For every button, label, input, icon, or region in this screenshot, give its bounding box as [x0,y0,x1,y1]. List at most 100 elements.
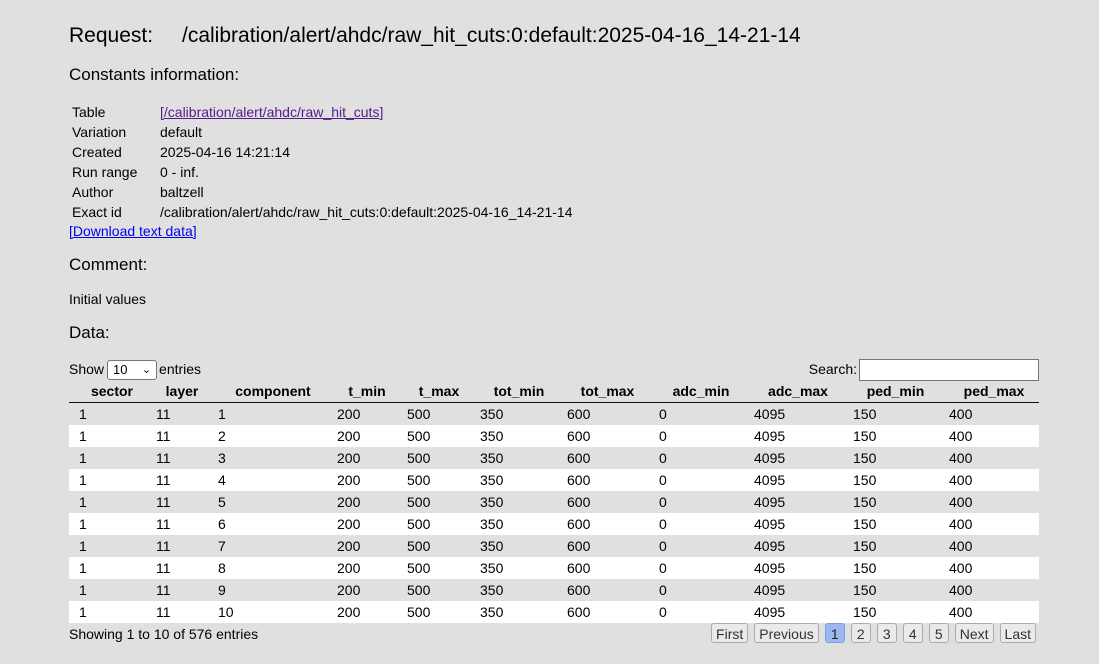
table-cell-sector: 1 [79,538,87,554]
table-cell-ped-max: 400 [949,406,973,422]
table-cell-t-max: 500 [407,516,431,532]
table-cell-tot-min: 350 [480,604,504,620]
first-page-button[interactable]: First [711,623,749,643]
table-row: 1 11 3 200 500 350 600 0 4095 150 400 [69,447,1039,469]
table-cell-ped-min: 150 [853,494,877,510]
search-input[interactable] [859,359,1039,382]
info-value: 2025-04-16 14:21:14 [160,144,290,160]
table-cell-layer: 11 [156,472,171,488]
table-cell-tot-max: 600 [567,406,591,422]
request-path: /calibration/alert/ahdc/raw_hit_cuts:0:d… [182,24,801,47]
table-cell-t-min: 200 [337,494,361,510]
column-header-sector[interactable]: sector [69,382,155,400]
page-button-2[interactable]: 2 [850,623,871,643]
entries-length-select[interactable]: 10 ⌄ [107,360,158,381]
table-cell-t-max: 500 [407,406,431,422]
page-button-5[interactable]: 5 [928,623,949,643]
table-cell-tot-min: 350 [480,560,504,576]
request-label: Request: [69,24,154,47]
table-info: Showing 1 to 10 of 576 entries [69,626,259,642]
column-header-ped-min[interactable]: ped_min [852,382,939,400]
table-cell-adc-min: 0 [659,494,667,510]
column-header-layer[interactable]: layer [155,382,209,400]
table-cell-sector: 1 [79,494,87,510]
column-header-tot-min[interactable]: tot_min [481,382,557,400]
table-cell-ped-min: 150 [853,450,877,466]
page-button-3[interactable]: 3 [876,623,897,643]
table-row: 1 11 7 200 500 350 600 0 4095 150 400 [69,535,1039,557]
table-cell-layer: 11 [156,450,171,466]
page-button-1[interactable]: 1 [824,623,845,643]
page-title: Request: /calibration/alert/ahdc/raw_hit_… [69,23,801,49]
table-cell-component: 6 [218,516,226,532]
table-cell-t-max: 500 [407,428,431,444]
table-cell-component: 1 [218,406,226,422]
data-heading: Data: [69,323,110,342]
info-value: baltzell [160,184,204,200]
table-cell-t-min: 200 [337,406,361,422]
table-cell-adc-min: 0 [659,560,667,576]
table-cell-tot-max: 600 [567,494,591,510]
table-cell-tot-min: 350 [480,406,504,422]
column-header-tot-max[interactable]: tot_max [557,382,658,400]
column-header-ped-max[interactable]: ped_max [939,382,1049,400]
chevron-down-icon: ⌄ [141,364,152,377]
table-cell-sector: 1 [79,472,87,488]
table-cell-t-min: 200 [337,538,361,554]
table-cell-ped-min: 150 [853,472,877,488]
table-cell-t-min: 200 [337,450,361,466]
table-cell-sector: 1 [79,582,87,598]
table-cell-tot-max: 600 [567,450,591,466]
entries-length-control: Show 10 ⌄ entries [69,359,202,381]
download-text-data-link[interactable]: [Download text data] [69,223,197,239]
previous-page-button[interactable]: Previous [754,623,819,643]
column-header-adc-max[interactable]: adc_max [744,382,852,400]
table-cell-layer: 11 [156,494,171,510]
table-cell-adc-max: 4095 [754,582,786,598]
last-page-button[interactable]: Last [999,623,1036,643]
table-cell-ped-max: 400 [949,538,973,554]
table-cell-t-max: 500 [407,604,431,620]
column-header-adc-min[interactable]: adc_min [658,382,744,400]
table-cell-layer: 11 [156,582,171,598]
table-cell-sector: 1 [79,406,87,422]
next-page-button[interactable]: Next [954,623,994,643]
table-cell-tot-max: 600 [567,516,591,532]
info-key: Created [72,144,122,160]
table-cell-t-max: 500 [407,494,431,510]
table-cell-adc-min: 0 [659,406,667,422]
table-cell-adc-max: 4095 [754,516,786,532]
info-value: default [160,124,203,140]
table-cell-adc-min: 0 [659,582,667,598]
table-cell-component: 8 [218,560,226,576]
table-cell-ped-max: 400 [949,428,973,444]
table-link[interactable]: [/calibration/alert/ahdc/raw_hit_cuts] [160,102,383,122]
table-cell-ped-max: 400 [949,472,973,488]
table-cell-ped-min: 150 [853,428,877,444]
comment-text: Initial values [69,291,147,307]
column-header-t-min[interactable]: t_min [337,382,397,400]
table-cell-layer: 11 [156,428,171,444]
table-cell-sector: 1 [79,604,87,620]
page-button-4[interactable]: 4 [902,623,923,643]
show-label: Show [69,361,105,377]
table-cell-adc-max: 4095 [754,406,786,422]
table-cell-tot-min: 350 [480,450,504,466]
table-cell-ped-max: 400 [949,582,973,598]
table-cell-adc-max: 4095 [754,450,786,466]
entries-label: entries [159,361,202,377]
column-header-component[interactable]: component [209,382,337,400]
table-row: 1 11 8 200 500 350 600 0 4095 150 400 [69,557,1039,579]
column-header-t-max[interactable]: t_max [397,382,481,400]
table-cell-adc-min: 0 [659,538,667,554]
table-row: 1 11 10 200 500 350 600 0 4095 150 400 [69,601,1039,623]
table-cell-t-max: 500 [407,538,431,554]
table-cell-adc-min: 0 [659,428,667,444]
table-cell-tot-min: 350 [480,472,504,488]
table-row: 1 11 5 200 500 350 600 0 4095 150 400 [69,491,1039,513]
table-cell-layer: 11 [156,406,171,422]
page: Request: /calibration/alert/ahdc/raw_hit_… [0,0,1099,664]
pagination: First Previous 1 2 3 4 5 Next Last [705,623,1036,643]
table-cell-component: 10 [218,604,234,620]
table-cell-ped-max: 400 [949,494,973,510]
